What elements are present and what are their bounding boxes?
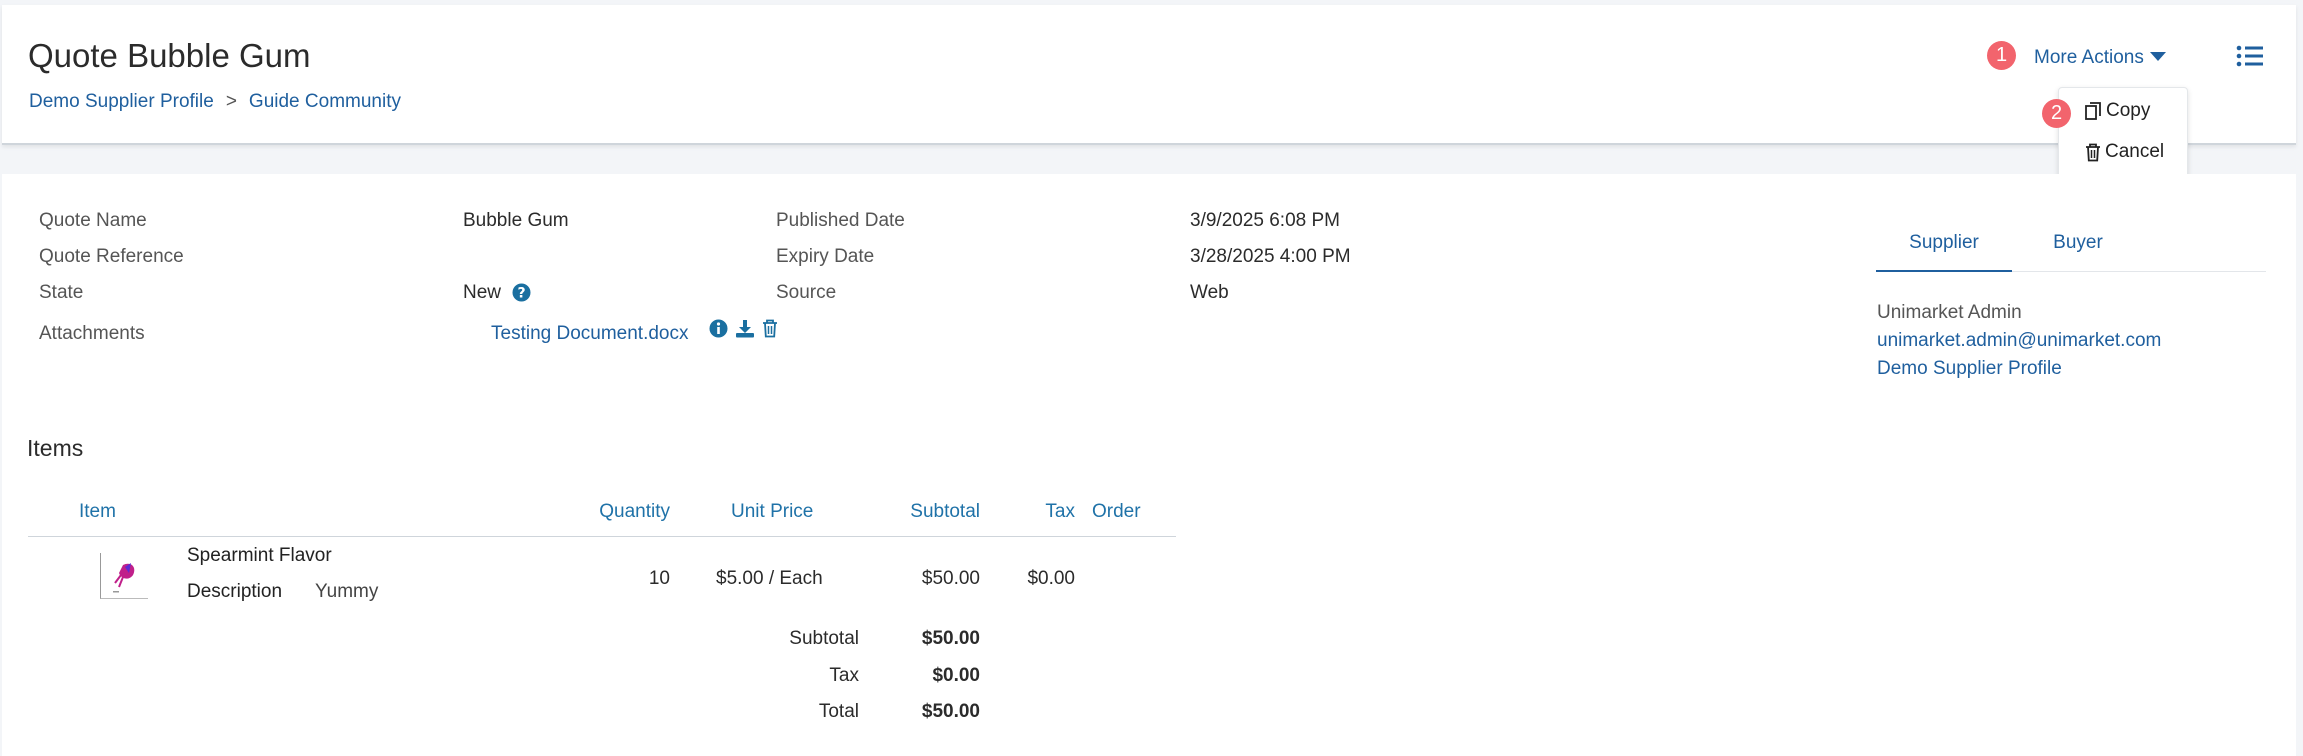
cancel-menu-item[interactable]: Cancel [2085, 141, 2164, 163]
published-date-label: Published Date [776, 210, 905, 231]
list-icon[interactable] [2236, 44, 2264, 68]
step-badge-1: 1 [1987, 41, 2016, 70]
help-circle-icon[interactable]: ? [512, 283, 531, 302]
state-value: New [463, 282, 502, 303]
totals-tax-label: Tax [829, 665, 859, 686]
attachment-actions [709, 319, 778, 338]
column-header-order[interactable]: Order [1092, 501, 1141, 523]
breadcrumb-guide-community[interactable]: Guide Community [249, 91, 401, 113]
copy-icon [2085, 101, 2101, 120]
page-header: Quote Bubble Gum Demo Supplier Profile >… [2, 5, 2296, 181]
contact-tabs: Supplier Buyer [1876, 232, 2266, 272]
tab-buyer[interactable]: Buyer [2044, 232, 2112, 264]
step-badge-2: 2 [2042, 99, 2071, 128]
totals-total-label: Total [818, 701, 859, 722]
attachment-link[interactable]: Testing Document.docx [491, 323, 689, 345]
item-description-label: Description [187, 581, 283, 602]
svg-text:?: ? [518, 286, 526, 302]
state-value-group: New ? [463, 282, 531, 304]
quote-reference-label: Quote Reference [39, 246, 184, 267]
item-thumbnail[interactable] [100, 553, 148, 599]
breadcrumb-separator: > [225, 91, 237, 112]
tab-supplier[interactable]: Supplier [1876, 232, 2012, 272]
attachments-label: Attachments [39, 323, 145, 344]
expiry-date-label: Expiry Date [776, 246, 875, 267]
more-actions-label: More Actions [2034, 47, 2144, 68]
source-label: Source [776, 282, 837, 303]
quote-name-value: Bubble Gum [463, 210, 569, 231]
totals-subtotal-label: Subtotal [789, 628, 859, 649]
page-title: Quote Bubble Gum [28, 37, 311, 74]
expiry-date-value: 3/28/2025 4:00 PM [1190, 246, 1351, 267]
contact-org-link[interactable]: Demo Supplier Profile [1877, 358, 2062, 380]
column-header-unit-price[interactable]: Unit Price [731, 501, 813, 523]
breadcrumb-demo-supplier-profile[interactable]: Demo Supplier Profile [29, 91, 214, 113]
trash-icon [2086, 143, 2100, 161]
item-description: Yummy [315, 581, 379, 602]
trash-icon[interactable] [762, 319, 778, 338]
item-name: Spearmint Flavor [187, 545, 332, 566]
item-tax: $0.00 [1027, 568, 1075, 589]
column-header-subtotal[interactable]: Subtotal [870, 501, 980, 523]
quote-name-label: Quote Name [39, 210, 147, 231]
caret-down-icon [2149, 51, 2166, 61]
totals-tax-value: $0.00 [932, 665, 980, 686]
item-subtotal: $50.00 [921, 568, 980, 589]
contact-email-link[interactable]: unimarket.admin@unimarket.com [1877, 330, 2161, 352]
items-section-title: Items [27, 435, 84, 461]
breadcrumb: Demo Supplier Profile > Guide Community [29, 91, 401, 113]
more-actions-button[interactable]: More Actions [2034, 47, 2166, 69]
totals-total-value: $50.00 [921, 701, 980, 722]
state-label: State [39, 282, 84, 303]
contact-name: Unimarket Admin [1877, 302, 2022, 323]
cancel-label: Cancel [2105, 141, 2165, 162]
column-header-quantity[interactable]: Quantity [560, 501, 670, 523]
column-header-item[interactable]: Item [79, 501, 116, 523]
table-header-divider [28, 536, 1176, 537]
source-value: Web [1190, 282, 1229, 303]
info-icon[interactable] [709, 319, 728, 338]
copy-menu-item[interactable]: Copy [2085, 100, 2150, 122]
published-date-value: 3/9/2025 6:08 PM [1190, 210, 1340, 231]
item-quantity: 10 [648, 568, 670, 589]
item-unit-price: $5.00 / Each [716, 568, 823, 589]
download-icon[interactable] [735, 319, 755, 338]
copy-label: Copy [2106, 100, 2151, 121]
more-actions-dropdown: Copy Cancel [2058, 87, 2188, 181]
column-header-tax[interactable]: Tax [1010, 501, 1075, 523]
totals-subtotal-value: $50.00 [921, 628, 980, 649]
